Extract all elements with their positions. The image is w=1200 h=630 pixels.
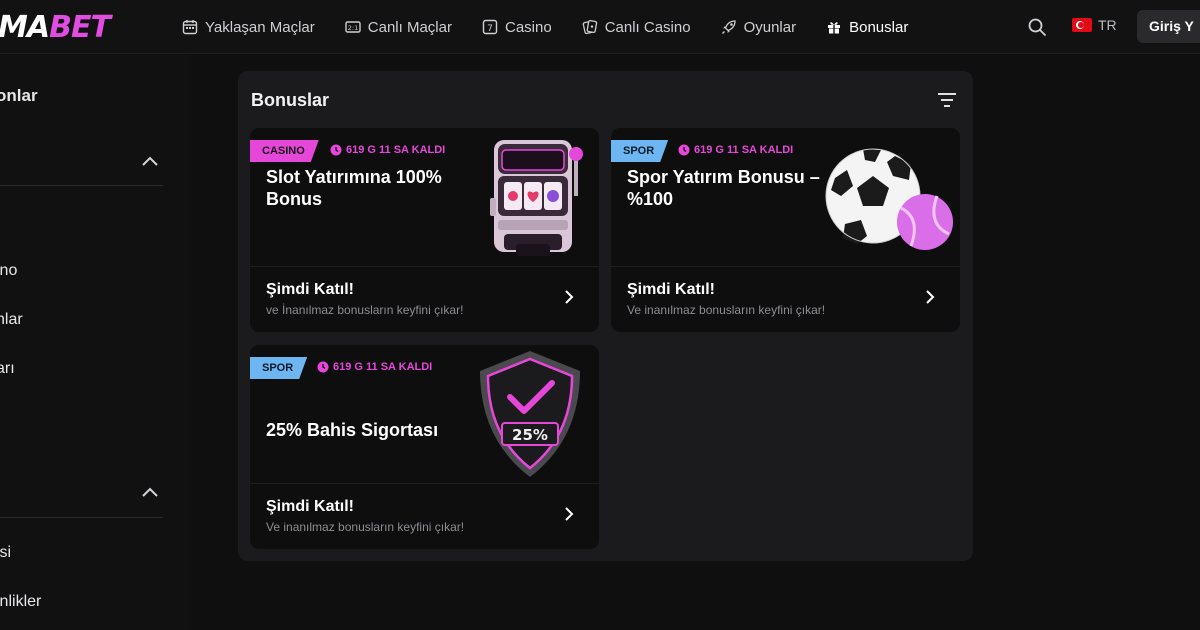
filter-icon[interactable]: [936, 90, 958, 110]
clock-icon: [330, 144, 342, 156]
nav-upcoming-matches[interactable]: Yaklaşan Maçlar: [182, 19, 315, 36]
scoreboard-icon: 2:1: [345, 21, 361, 33]
nav-label: Casino: [504, 18, 552, 36]
bonuses-panel: Bonuslar CASINO 619 G 11 SA KALDI Slot Y…: [238, 71, 973, 561]
card-subtitle: Ve inanılmaz bonusların keyfini çıkar!: [627, 303, 826, 317]
countdown-timer: 619 G 11 SA KALDI: [330, 144, 445, 156]
sidebar-item-events[interactable]: inlikler: [0, 593, 41, 611]
svg-text:7: 7: [487, 24, 493, 34]
nav-live-matches[interactable]: 2:1 Canlı Maçlar: [345, 19, 452, 36]
bonus-card-sports[interactable]: SPOR 619 G 11 SA KALDI Spor Yatırım Bonu…: [611, 128, 960, 332]
chevron-right-icon[interactable]: [562, 505, 576, 523]
logo[interactable]: MABET: [0, 10, 111, 45]
login-button[interactable]: Giriş Y: [1137, 10, 1200, 43]
nav-label: Canlı Casino: [604, 18, 691, 36]
nav-label: Oyunlar: [743, 18, 797, 36]
svg-text:2:1: 2:1: [348, 24, 358, 32]
timer-text: 619 G 11 SA KALDI: [694, 144, 794, 156]
nav-bonuses[interactable]: Bonuslar: [826, 19, 908, 36]
join-now-label[interactable]: Şimdi Katıl!: [266, 281, 354, 299]
slot-icon: 7: [482, 19, 498, 35]
turkey-flag-icon: [1072, 18, 1092, 32]
sidebar-divider: [0, 185, 163, 186]
slot-machine-icon: [490, 140, 583, 256]
card-subtitle: Ve inanılmaz bonusların keyfini çıkar!: [266, 520, 465, 534]
chevron-right-icon[interactable]: [923, 288, 937, 306]
rocket-icon: [721, 20, 736, 34]
gift-icon: [828, 22, 841, 34]
bonus-title: 25% Bahis Sigortası: [266, 420, 439, 440]
top-bar: MABET Yaklaşan Maçlar 2:1 Canlı Maçlar 7…: [0, 0, 1200, 54]
nav-label: Bonuslar: [849, 18, 909, 36]
sidebar-divider: [0, 517, 163, 518]
nav-live-casino[interactable]: Canlı Casino: [582, 19, 691, 36]
chevron-right-icon[interactable]: [562, 288, 576, 306]
bonus-card-slot[interactable]: CASINO 619 G 11 SA KALDI Slot Yatırımına…: [250, 128, 599, 332]
bonus-card-insurance[interactable]: SPOR 619 G 11 SA KALDI 25% Bahis Sigorta…: [250, 345, 599, 549]
category-badge: CASINO: [250, 140, 319, 162]
sidebar-heading[interactable]: onlar: [0, 86, 38, 106]
sidebar-item-games[interactable]: arı: [0, 360, 15, 378]
timer-text: 619 G 11 SA KALDI: [346, 144, 446, 156]
nav-casino[interactable]: 7 Casino: [482, 19, 552, 36]
sidebar-item-casino[interactable]: ino: [0, 262, 17, 280]
sidebar: onlar ino nlar arı isi inlikler: [0, 55, 190, 630]
timer-text: 619 G 11 SA KALDI: [333, 361, 433, 373]
join-now-label[interactable]: Şimdi Katıl!: [627, 281, 715, 299]
sidebar-item-bonuses[interactable]: nlar: [0, 311, 23, 329]
language-selector[interactable]: TR: [1072, 17, 1117, 33]
card-divider: [250, 483, 599, 484]
card-subtitle: ve İnanılmaz bonusların keyfini çıkar!: [266, 303, 464, 317]
countdown-timer: 619 G 11 SA KALDI: [317, 361, 432, 373]
card-divider: [250, 266, 599, 267]
main-nav: Yaklaşan Maçlar 2:1 Canlı Maçlar 7 Casin…: [182, 0, 938, 54]
sidebar-item-list[interactable]: isi: [0, 544, 11, 562]
join-now-label[interactable]: Şimdi Katıl!: [266, 498, 354, 516]
language-code: TR: [1098, 17, 1117, 33]
category-badge: SPOR: [611, 140, 668, 162]
countdown-timer: 619 G 11 SA KALDI: [678, 144, 793, 156]
nav-games[interactable]: Oyunlar: [721, 18, 797, 36]
cards-icon: [582, 19, 597, 35]
page-title: Bonuslar: [251, 90, 330, 110]
shield-badge-text: 25%: [512, 426, 548, 444]
nav-label: Canlı Maçlar: [367, 18, 452, 36]
bonus-title: Slot Yatırımına 100% Bonus: [266, 167, 442, 209]
calendar-icon: [182, 20, 198, 35]
football-tennis-ball-icon: [825, 148, 953, 250]
shield-check-icon: 25%: [480, 351, 580, 477]
chevron-up-icon[interactable]: [141, 486, 159, 498]
nav-label: Yaklaşan Maçlar: [205, 18, 315, 36]
card-divider: [611, 266, 960, 267]
bonus-title: Spor Yatırım Bonusu – %100: [627, 167, 820, 209]
search-icon[interactable]: [1026, 16, 1048, 38]
chevron-up-icon[interactable]: [141, 155, 159, 167]
clock-icon: [678, 144, 690, 156]
category-badge: SPOR: [250, 357, 307, 379]
clock-icon: [317, 361, 329, 373]
